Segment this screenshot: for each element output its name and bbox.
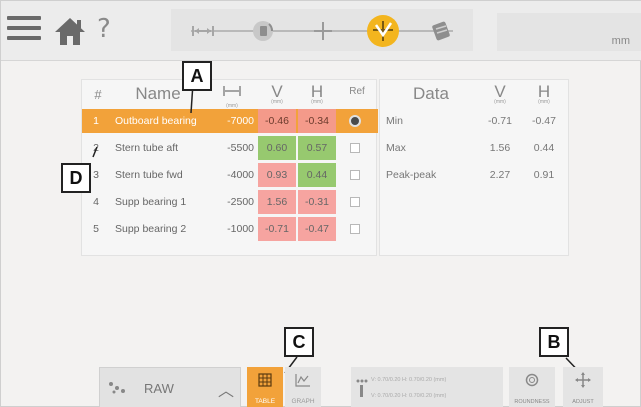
callout-a: A xyxy=(182,61,212,91)
roundness-button[interactable]: ROUNDNESS xyxy=(509,367,555,407)
raw-filter-button[interactable]: RAW ︿ xyxy=(99,367,241,407)
tab-table[interactable]: TABLE xyxy=(247,367,283,407)
adjust-label: ADJUST xyxy=(572,399,594,405)
adjust-icon xyxy=(575,372,591,388)
adjust-button[interactable]: ADJUST xyxy=(563,367,603,407)
status-line-1: V: 0.70/0.20 H: 0.70/0.20 (mm) xyxy=(371,377,447,383)
chevron-up-icon: ︿ xyxy=(218,381,235,400)
tolerance-status[interactable]: V: 0.70/0.20 H: 0.70/0.20 (mm) V: 0.70/0… xyxy=(351,367,503,407)
tab-graph-label: GRAPH xyxy=(291,398,315,405)
callout-b: B xyxy=(539,327,569,357)
callout-c: C xyxy=(284,327,314,357)
status-line-2: V: 0.70/0.20 H: 0.70/0.20 (mm) xyxy=(371,393,447,399)
bottom-toolbar: RAW ︿ TABLE GRAPH V: 0.70/0.20 H: 0.70/0… xyxy=(99,367,611,407)
app-window: ? mm # Name (mm) V (mm) H (mm) Ref 1 Out… xyxy=(0,0,641,407)
graph-icon xyxy=(295,374,310,387)
tab-table-label: TABLE xyxy=(254,398,276,405)
tolerance-icon xyxy=(356,379,368,397)
callout-d: D xyxy=(61,163,91,193)
roundness-icon xyxy=(525,373,539,387)
roundness-label: ROUNDNESS xyxy=(514,399,550,405)
scatter-icon xyxy=(108,380,130,401)
raw-label: RAW xyxy=(144,381,174,396)
table-icon xyxy=(258,373,272,387)
tab-graph[interactable]: GRAPH xyxy=(285,367,321,407)
